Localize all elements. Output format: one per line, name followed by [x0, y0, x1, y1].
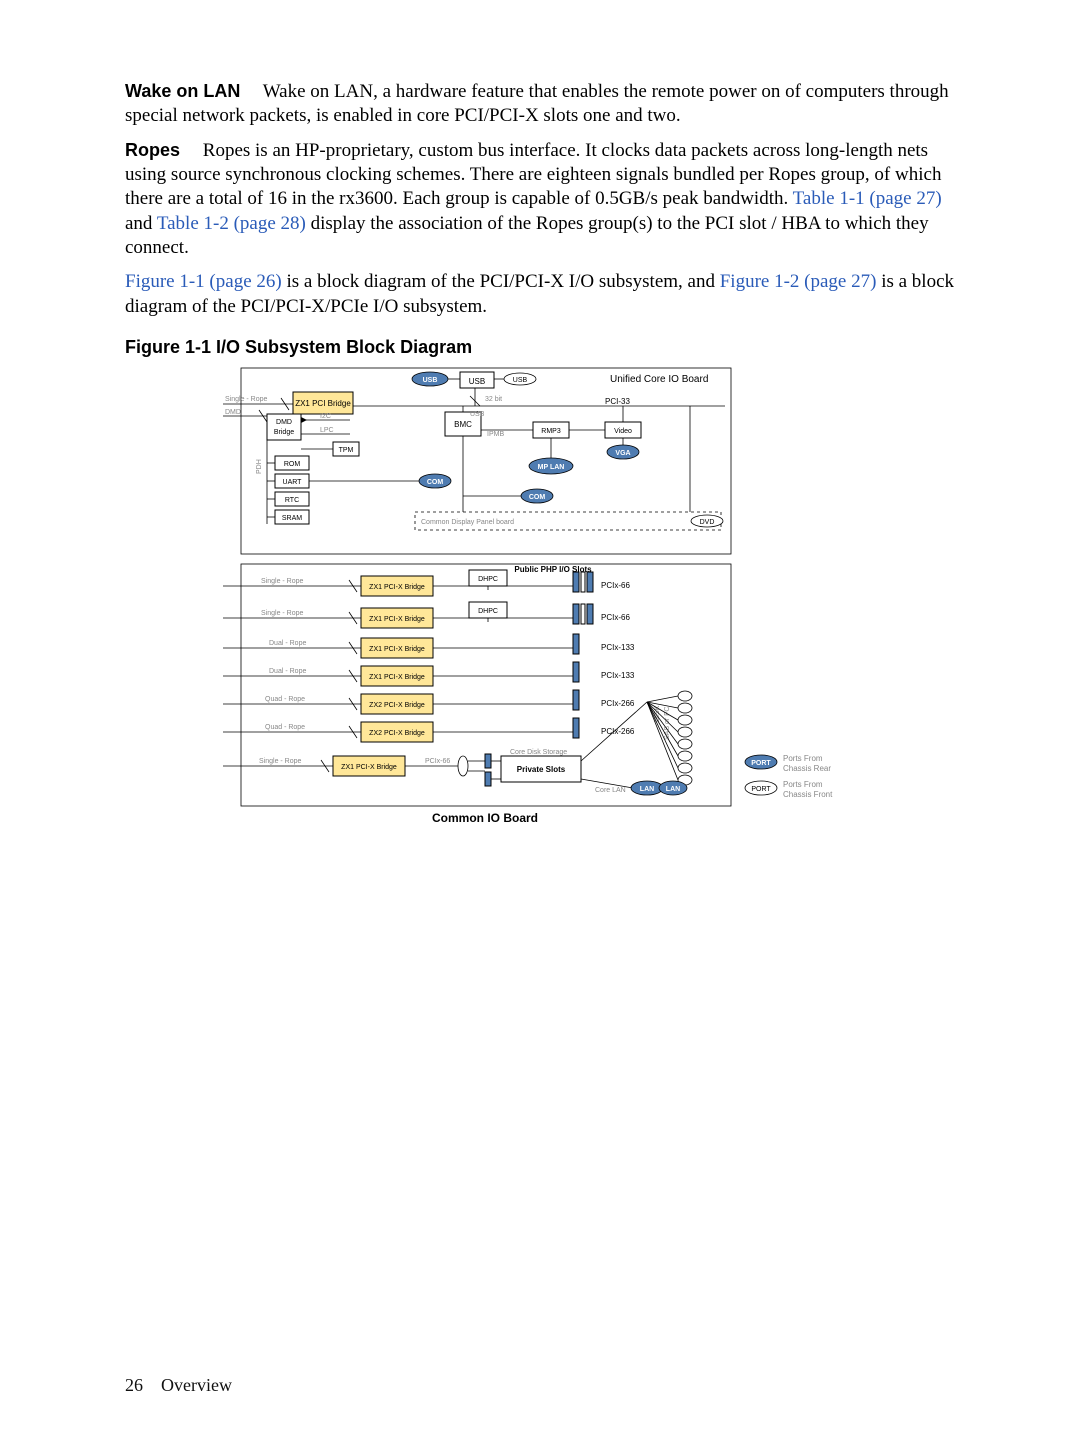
label-dhpc-1: DHPC — [478, 576, 498, 583]
legend-front-l2: Chassis Front — [783, 790, 833, 799]
label-lpc: LPC — [320, 427, 334, 434]
link-figure-1-2[interactable]: Figure 1-2 (page 27) — [720, 271, 877, 292]
bridge-zx1-pcix-private: ZX1 PCI-X Bridge — [341, 764, 397, 771]
label-bmc: BMC — [454, 420, 472, 429]
legend: PORT Ports From Chassis Rear PORT Ports … — [745, 754, 833, 799]
bridge-zx1-pcix-3: ZX1 PCI-X Bridge — [369, 646, 425, 653]
label-common-io-board: Common IO Board — [432, 811, 538, 825]
label-pcix-66-private: PCIx-66 — [425, 758, 450, 765]
label-quad-rope-2: Quad - Rope — [265, 724, 305, 731]
legend-port-rear: PORT — [751, 760, 771, 767]
port-usb-rear: USB — [423, 377, 438, 384]
label-dhpc-2: DHPC — [478, 608, 498, 615]
row-public-4: Dual - Rope ZX1 PCI-X Bridge PCIx-133 — [223, 662, 635, 686]
label-single-rope-private: Single - Rope — [259, 758, 302, 765]
port-lan-1: LAN — [640, 786, 654, 793]
label-unified-core-io: Unified Core IO Board — [610, 374, 708, 385]
label-dual-rope-1: Dual - Rope — [269, 640, 306, 647]
port-com-rear: COM — [427, 479, 444, 486]
text-wake-on-lan: Wake on LAN, a hardware feature that ena… — [125, 81, 949, 126]
label-pcix-133-2: PCIx-133 — [601, 671, 635, 680]
label-core-disk-storage: Core Disk Storage — [510, 749, 567, 756]
link-table-1-1[interactable]: Table 1-1 (page 27) — [793, 188, 942, 209]
label-pcix-266-1: PCIx-266 — [601, 699, 635, 708]
paragraph-ropes: Ropes Ropes is an HP-proprietary, custom… — [125, 139, 955, 261]
label-sram: SRAM — [282, 515, 302, 522]
bridge-zx1-pcix-2: ZX1 PCI-X Bridge — [369, 616, 425, 623]
label-usb-small: USB — [470, 411, 485, 418]
label-ipmb: IPMB — [487, 431, 504, 438]
label-uart: UART — [283, 479, 303, 486]
link-figure-1-1[interactable]: Figure 1-1 (page 26) — [125, 271, 282, 292]
paragraph-wake-on-lan: Wake on LAN Wake on LAN, a hardware feat… — [125, 80, 955, 129]
label-public-php-io-slots: Public PHP I/O Slots — [514, 565, 592, 574]
label-quad-rope-1: Quad - Rope — [265, 696, 305, 703]
io-subsystem-diagram: .box { fill:#fff; stroke:#000; stroke-wi… — [185, 364, 905, 849]
label-rmp3: RMP3 — [541, 428, 561, 435]
label-usb-box: USB — [469, 377, 485, 386]
legend-rear-l2: Chassis Rear — [783, 764, 831, 773]
port-lan-2: LAN — [666, 786, 680, 793]
label-tpm: TPM — [339, 447, 354, 454]
label-sas-fc: SAS or FC — [664, 706, 671, 739]
figure-title: Figure 1-1 I/O Subsystem Block Diagram — [125, 337, 955, 358]
label-i2c: I2C — [320, 413, 331, 420]
run-in-ropes: Ropes — [125, 140, 180, 160]
bridge-zx1-pci: ZX1 PCI Bridge — [295, 399, 351, 408]
legend-port-front: PORT — [751, 786, 771, 793]
label-dmd-bridge-l1: DMD — [276, 419, 292, 426]
row-private: Core Disk Storage Single - Rope ZX1 PCI-… — [223, 702, 687, 795]
label-single-rope-top: Single - Rope — [225, 396, 268, 403]
bridge-zx2-pcix-1: ZX2 PCI-X Bridge — [369, 702, 425, 709]
page-footer: 26 Overview — [125, 1375, 232, 1396]
label-single-rope-1: Single - Rope — [261, 578, 304, 585]
port-vga: VGA — [615, 450, 630, 457]
port-mp-lan: MP LAN — [538, 464, 565, 471]
label-video: Video — [614, 428, 632, 435]
chapter-name: Overview — [161, 1375, 232, 1395]
legend-front-l1: Ports From — [783, 780, 823, 789]
label-dmd-signal: DMD — [225, 409, 241, 416]
bridge-zx1-pcix-4: ZX1 PCI-X Bridge — [369, 674, 425, 681]
row-public-3: Dual - Rope ZX1 PCI-X Bridge PCIx-133 — [223, 634, 635, 658]
label-common-display-panel: Common Display Panel board — [421, 519, 514, 526]
bridge-zx1-pcix-1: ZX1 PCI-X Bridge — [369, 584, 425, 591]
label-core-lan: Core LAN — [595, 787, 626, 794]
row-public-2: Single - Rope ZX1 PCI-X Bridge DHPC PCIx… — [223, 602, 630, 628]
link-table-1-2[interactable]: Table 1-2 (page 28) — [157, 213, 306, 234]
label-pcix-133-1: PCIx-133 — [601, 643, 635, 652]
label-rtc: RTC — [285, 497, 299, 504]
text-figures-mid: is a block diagram of the PCI/PCI-X I/O … — [282, 271, 720, 292]
label-pdh: PDH — [256, 459, 263, 474]
text-ropes-mid: and — [125, 213, 157, 234]
label-single-rope-2: Single - Rope — [261, 610, 304, 617]
row-public-5: Quad - Rope ZX2 PCI-X Bridge PCIx-266 — [223, 690, 635, 714]
label-pcix-66-1: PCIx-66 — [601, 581, 630, 590]
port-dvd: DVD — [700, 519, 715, 526]
paragraph-figures: Figure 1-1 (page 26) is a block diagram … — [125, 270, 955, 319]
label-private-slots: Private Slots — [517, 765, 566, 774]
row-public-6: Quad - Rope ZX2 PCI-X Bridge PCIx-266 — [223, 718, 635, 742]
label-pcix-66-2: PCIx-66 — [601, 613, 630, 622]
label-dual-rope-2: Dual - Rope — [269, 668, 306, 675]
label-pci-33: PCI-33 — [605, 397, 630, 406]
bridge-zx2-pcix-2: ZX2 PCI-X Bridge — [369, 730, 425, 737]
legend-rear-l1: Ports From — [783, 754, 823, 763]
label-rom: ROM — [284, 461, 301, 468]
run-in-wake-on-lan: Wake on LAN — [125, 81, 240, 101]
label-dmd-bridge-l2: Bridge — [274, 429, 294, 436]
port-usb-front: USB — [513, 377, 528, 384]
port-com-rear-2: COM — [529, 494, 546, 501]
page-number: 26 — [125, 1375, 143, 1395]
label-32-bit: 32 bit — [485, 396, 502, 403]
